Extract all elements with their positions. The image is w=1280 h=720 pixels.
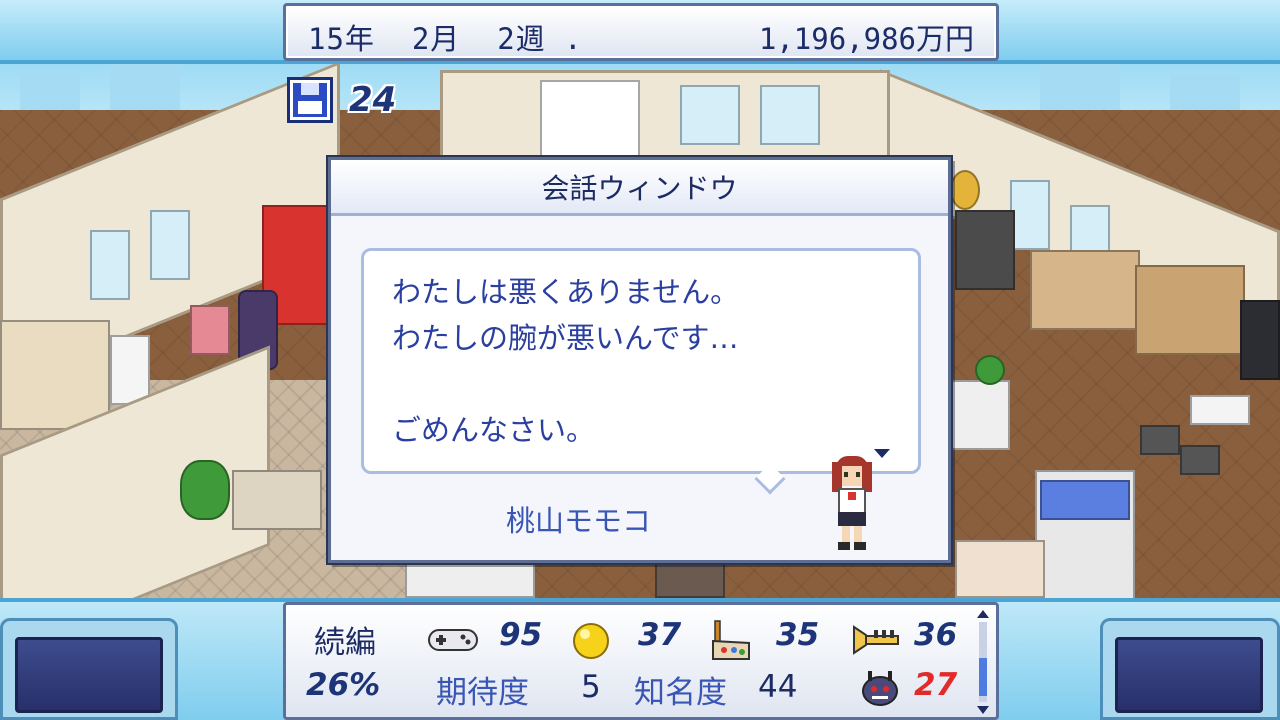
scroll-down-arrow-icon[interactable] [977, 706, 989, 714]
office-window [90, 230, 130, 300]
trophy [950, 170, 980, 210]
expectation-value: 5 [581, 669, 601, 705]
funds-amount: 1,196,986万円 [758, 22, 974, 56]
speech-bubble[interactable]: わたしは悪くありません。 わたしの腕が悪いんです… ごめんなさい。 [361, 248, 921, 474]
game-boxes [1040, 480, 1130, 520]
fame-value: 44 [758, 669, 798, 705]
white-cabinet [950, 380, 1010, 450]
scroll-up-arrow-icon[interactable] [977, 610, 989, 618]
whiteboard [540, 80, 640, 160]
date-funds-panel[interactable]: 15年 2月 2週 . 1,196,986万円 [283, 3, 999, 61]
genre-label: 続編 [314, 625, 376, 661]
small-plant [975, 355, 1005, 385]
conversation-window[interactable]: 会話ウィンドウ わたしは悪くありません。 わたしの腕が悪いんです… ごめんなさい… [328, 157, 951, 563]
message-line: ごめんなさい。 [392, 413, 596, 447]
conversation-window-title: 会話ウィンドウ [541, 171, 738, 205]
game-date: 15年 2月 2週 . [308, 22, 583, 56]
low-table [1190, 395, 1250, 425]
progress-percent: 26% [306, 667, 381, 703]
shelf-with-bottles [232, 470, 322, 530]
fun-value: 95 [499, 617, 543, 653]
floor-cushion [1180, 445, 1220, 475]
message-line: わたしの腕が悪いんです… [392, 321, 739, 355]
bookshelf [1135, 265, 1245, 355]
stats-scrollbar[interactable] [977, 608, 991, 716]
fame-label: 知名度 [634, 675, 727, 711]
message-line: わたしは悪くありません。 [392, 275, 740, 309]
water-cooler [190, 305, 230, 355]
right-monitor-button[interactable] [1100, 618, 1280, 720]
server-rack [955, 210, 1015, 290]
graphics-value: 35 [776, 617, 820, 653]
potted-plant [180, 460, 230, 520]
desk [955, 540, 1045, 598]
office-window [680, 85, 740, 145]
bug-monster-icon [862, 671, 898, 706]
office-window [1010, 180, 1050, 250]
lightbulb-icon [573, 623, 609, 659]
speaker-name: 桃山モモコ [506, 504, 652, 538]
trumpet-icon [853, 625, 899, 655]
gamepad-icon [428, 629, 478, 651]
paint-palette-icon [712, 620, 750, 660]
project-stats-panel[interactable]: 続編 26% 95 37 35 36 期待度 5 知名度 44 27 [283, 602, 999, 720]
bookshelf [1030, 250, 1140, 330]
sound-value: 36 [914, 617, 958, 653]
floor-cushion [1140, 425, 1180, 455]
next-page-arrow-icon[interactable] [874, 449, 890, 458]
refrigerator [110, 335, 150, 405]
creativity-value: 37 [638, 617, 682, 653]
conversation-window-header: 会話ウィンドウ [331, 160, 948, 216]
television [1240, 300, 1280, 380]
bugs-value: 27 [914, 667, 958, 703]
expectation-label: 期待度 [436, 675, 529, 711]
desk [405, 560, 535, 598]
scroll-thumb[interactable] [979, 658, 987, 696]
office-window [150, 210, 190, 280]
left-monitor-button[interactable] [0, 618, 178, 720]
office-window [760, 85, 820, 145]
save-indicator[interactable]: 24 [287, 77, 396, 123]
floppy-disk-icon [287, 77, 333, 123]
desk-chair [655, 560, 725, 598]
save-count: 24 [349, 80, 397, 120]
kitchen-cabinets [0, 320, 110, 430]
speaker-portrait [828, 456, 876, 552]
